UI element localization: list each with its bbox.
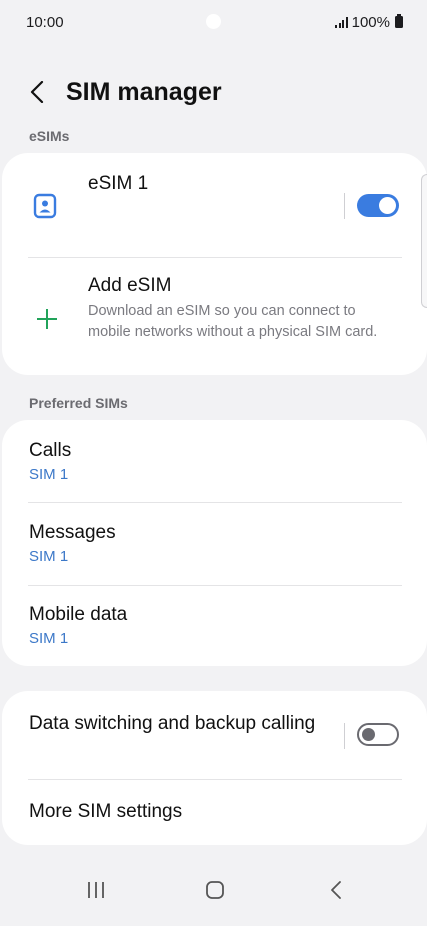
- messages-value: SIM 1: [29, 548, 69, 565]
- data-switching-title: Data switching and backup calling: [29, 713, 316, 734]
- back-icon: [331, 881, 341, 899]
- preferred-calls-row[interactable]: Calls SIM 1: [2, 420, 427, 502]
- esims-card: eSIM 1 Add eSIM Download an eSIM so you …: [2, 153, 427, 375]
- chevron-left-icon: [30, 81, 44, 103]
- navigation-bar: [0, 856, 427, 926]
- back-button[interactable]: [26, 80, 48, 104]
- section-label-esims: eSIMs: [29, 128, 70, 144]
- status-right: 100%: [335, 14, 403, 31]
- signal-icon: [335, 16, 348, 28]
- preferred-mobile-data-row[interactable]: Mobile data SIM 1: [2, 586, 427, 666]
- esim-name: eSIM 1: [88, 173, 149, 194]
- messages-title: Messages: [29, 522, 116, 543]
- toggle-separator: [344, 723, 345, 749]
- nav-back-button[interactable]: [311, 870, 361, 910]
- toggle-separator: [344, 193, 345, 219]
- sim-card-person-icon: [33, 193, 57, 219]
- add-esim-title: Add eSIM: [88, 275, 172, 296]
- toggle-knob: [379, 197, 396, 214]
- esim-row[interactable]: eSIM 1: [2, 153, 427, 257]
- other-settings-card: Data switching and backup calling More S…: [2, 691, 427, 845]
- battery-icon: [395, 14, 403, 28]
- more-sim-settings-title: More SIM settings: [29, 801, 183, 822]
- add-esim-description: Download an eSIM so you can connect to m…: [88, 303, 378, 340]
- home-button[interactable]: [190, 870, 240, 910]
- scroll-indicator[interactable]: [421, 174, 427, 308]
- data-switching-row[interactable]: Data switching and backup calling: [2, 691, 427, 779]
- data-switching-toggle[interactable]: [357, 723, 399, 746]
- recents-button[interactable]: [71, 870, 121, 910]
- toggle-knob: [362, 727, 375, 741]
- add-esim-row[interactable]: Add eSIM Download an eSIM so you can con…: [2, 258, 427, 375]
- status-time: 10:00: [26, 13, 64, 31]
- section-label-preferred: Preferred SIMs: [29, 395, 128, 411]
- header: SIM manager: [0, 72, 427, 112]
- page-title: SIM manager: [66, 78, 222, 106]
- camera-cutout: [206, 14, 221, 29]
- plus-icon: [37, 309, 57, 329]
- mobile-data-title: Mobile data: [29, 604, 128, 625]
- preferred-messages-row[interactable]: Messages SIM 1: [2, 503, 427, 585]
- calls-title: Calls: [29, 440, 72, 461]
- recents-icon: [88, 882, 104, 898]
- more-sim-settings-row[interactable]: More SIM settings: [2, 780, 427, 845]
- battery-level: 100%: [351, 13, 390, 31]
- esim-toggle[interactable]: [357, 194, 399, 217]
- calls-value: SIM 1: [29, 466, 69, 483]
- mobile-data-value: SIM 1: [29, 630, 69, 647]
- preferred-sims-card: Calls SIM 1 Messages SIM 1 Mobile data S…: [2, 420, 427, 666]
- home-icon: [206, 881, 224, 899]
